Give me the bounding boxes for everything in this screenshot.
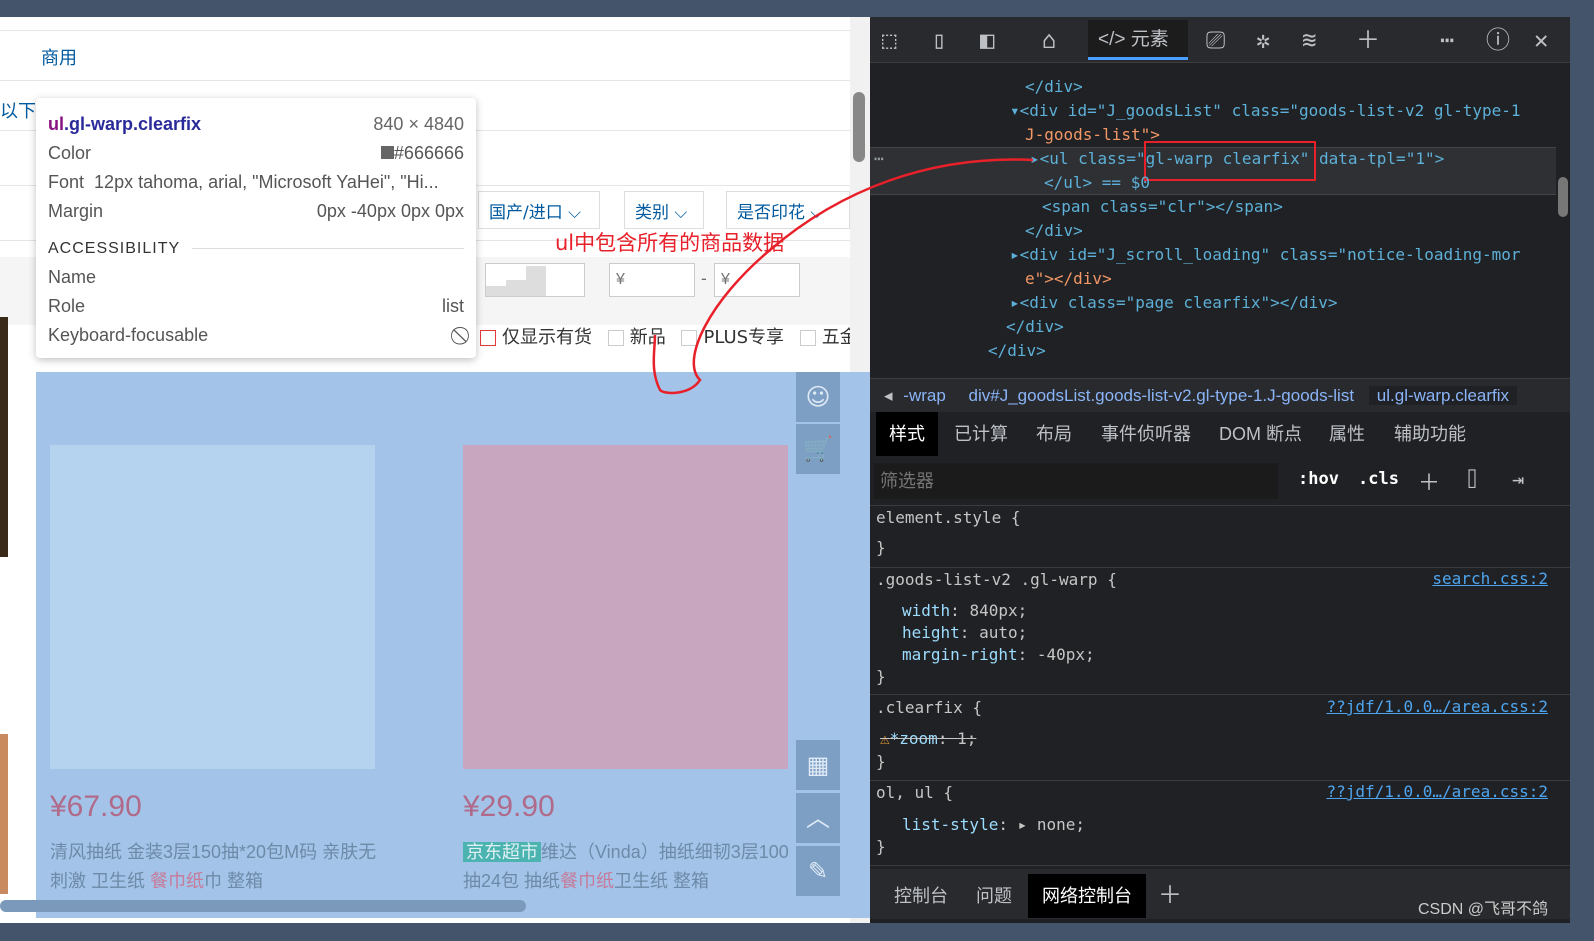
annotation-arrow <box>652 158 1034 395</box>
